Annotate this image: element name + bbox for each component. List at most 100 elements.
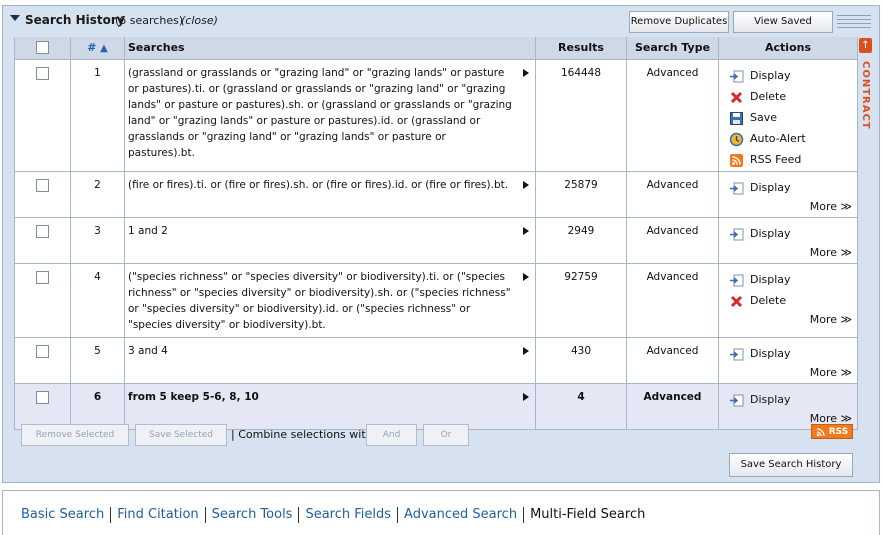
remove-selected-button[interactable]: Remove Selected [21,424,129,446]
results-column-header: Results [535,37,627,60]
table-row: 2 (fire or fires).ti. or (fire or fires)… [14,170,858,218]
results-count: 164448 [535,58,627,172]
row-number: 2 [70,170,125,218]
search-type: Advanced [626,336,719,384]
search-query: ("species richness" or "species diversit… [128,270,511,331]
row-checkbox[interactable] [36,224,49,238]
nav-multi-field-search: Multi-Field Search [530,507,646,522]
display-icon [730,182,744,194]
rss-feed-label: RSS Feed [750,153,802,166]
delete-x-icon [730,91,743,103]
combine-or-button[interactable]: Or [423,424,469,446]
rss-feed-action[interactable]: RSS Feed [729,150,857,171]
display-action[interactable]: Display [729,66,857,87]
more-link[interactable]: More ≫ [729,365,857,383]
search-query: 1 and 2 [128,224,168,237]
more-link[interactable]: More ≫ [729,199,857,217]
results-count: 4 [535,382,627,430]
num-column-header[interactable]: # ▲ [70,37,125,60]
more-link[interactable]: More ≫ [729,312,857,330]
search-history-panel: Search History (6 searches) (close) Remo… [2,5,880,483]
actions-cell: Display Delete Save Auto-Alert RSS Feed [718,58,858,172]
delete-label: Delete [750,294,787,307]
table-row: 3 1 and 2 2949 Advanced Display More ≫ [14,216,858,264]
search-query: (grassland or grasslands or "grazing lan… [128,66,512,159]
row-checkbox[interactable] [36,66,49,80]
panel-header: Search History (6 searches) (close) Remo… [3,6,879,36]
search-history-table-wrap: # ▲ Searches Results Search Type Actions… [14,37,858,430]
display-action[interactable]: Display [729,390,857,411]
display-label: Display [750,181,791,194]
results-count: 25879 [535,170,627,218]
actions-cell: Display More ≫ [718,216,858,264]
row-checkbox[interactable] [36,390,49,404]
search-query-cell: 1 and 2 [124,216,536,264]
search-query-cell: (grassland or grasslands or "grazing lan… [124,58,536,172]
view-saved-button[interactable]: View Saved [733,11,833,33]
delete-action[interactable]: Delete [729,291,857,312]
nav-search-tools[interactable]: Search Tools [206,507,300,523]
close-link[interactable]: (close) [181,14,218,27]
save-selected-button[interactable]: Save Selected [135,424,227,446]
nav-links: Basic Search Find Citation Search Tools … [21,507,651,523]
delete-action[interactable]: Delete [729,87,857,108]
play-arrow-icon[interactable] [523,392,529,401]
display-icon [730,348,744,360]
combine-label: | Combine selections with: [231,428,377,441]
row-number: 3 [70,216,125,264]
select-all-checkbox[interactable] [36,41,49,55]
display-action[interactable]: Display [729,178,857,199]
search-type-column-header: Search Type [626,37,719,60]
nav-search-fields[interactable]: Search Fields [299,507,399,523]
results-count: 430 [535,336,627,384]
play-arrow-icon[interactable] [523,180,529,189]
rss-label: RSS [828,426,849,437]
combine-and-button[interactable]: And [366,424,417,446]
delete-label: Delete [750,90,787,103]
display-icon [730,274,744,286]
display-action[interactable]: Display [729,224,857,245]
floppy-disk-icon [730,111,743,125]
save-label: Save [750,111,778,124]
display-icon [730,394,744,406]
remove-duplicates-button[interactable]: Remove Duplicates [629,11,729,33]
search-query-cell: ("species richness" or "species diversit… [124,262,536,338]
row-number: 5 [70,336,125,384]
nav-advanced-search[interactable]: Advanced Search [398,507,525,523]
table-header-row: # ▲ Searches Results Search Type Actions [14,37,858,60]
collapse-triangle-icon[interactable] [10,15,20,21]
auto-alert-action[interactable]: Auto-Alert [729,129,857,150]
contract-arrow-icon[interactable]: ↑ [859,38,872,53]
row-select-cell [14,170,71,218]
display-label: Display [750,393,791,406]
play-arrow-icon[interactable] [523,226,529,235]
search-type: Advanced [626,262,719,338]
nav-basic-search[interactable]: Basic Search [21,507,112,523]
nav-find-citation[interactable]: Find Citation [111,507,206,523]
grip-lines-icon[interactable] [837,12,871,32]
play-arrow-icon[interactable] [523,272,529,281]
search-type: Advanced [626,382,719,430]
row-checkbox[interactable] [36,270,49,284]
row-checkbox[interactable] [36,178,49,192]
num-header-label: # [87,41,97,55]
auto-alert-icon [729,132,744,146]
sort-ascending-icon: ▲ [100,43,108,55]
row-select-cell [14,336,71,384]
display-action[interactable]: Display [729,270,857,291]
row-select-cell [14,58,71,172]
row-select-cell [14,262,71,338]
search-query: 3 and 4 [128,344,168,357]
display-action[interactable]: Display [729,344,857,365]
row-checkbox[interactable] [36,344,49,358]
save-action[interactable]: Save [729,108,857,129]
more-link[interactable]: More ≫ [729,245,857,263]
row-number: 4 [70,262,125,338]
display-label: Display [750,273,791,286]
table-row: 4 ("species richness" or "species divers… [14,262,858,338]
rss-button[interactable]: RSS [811,424,853,439]
play-arrow-icon[interactable] [523,68,529,77]
save-search-history-button[interactable]: Save Search History [729,453,853,477]
play-arrow-icon[interactable] [523,346,529,355]
contract-label[interactable]: CONTRACT [860,61,871,130]
